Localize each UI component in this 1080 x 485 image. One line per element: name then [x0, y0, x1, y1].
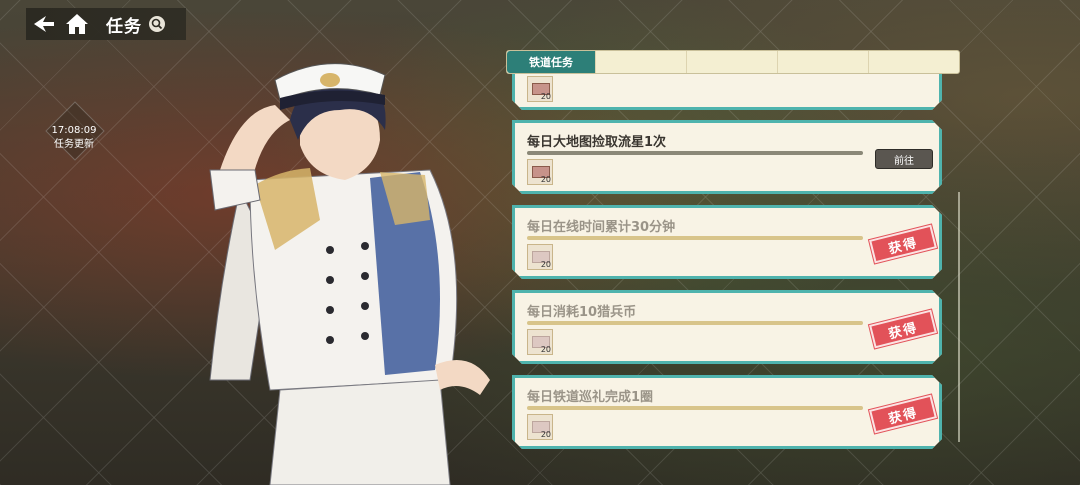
- tab-bar: 铁道任务: [506, 50, 960, 74]
- progress-bar: [527, 151, 863, 155]
- claimed-stamp: 获得: [869, 310, 937, 349]
- reward-item[interactable]: 20: [527, 329, 553, 355]
- task-title: 每日消耗10猎兵币: [527, 305, 637, 320]
- task-card: 每日铁道巡礼完成1圈 20 获得: [512, 375, 942, 449]
- search-icon[interactable]: [148, 15, 166, 33]
- back-button[interactable]: [26, 8, 62, 40]
- home-icon: [66, 14, 88, 34]
- task-title: 每日在线时间累计30分钟: [527, 220, 676, 235]
- task-card: 每日在线时间累计30分钟 20 获得: [512, 205, 942, 279]
- progress-bar: [527, 406, 863, 410]
- reward-item[interactable]: 20: [527, 414, 553, 440]
- tab-slot: [777, 51, 868, 73]
- refresh-time: 17:08:09: [51, 125, 97, 136]
- reward-item[interactable]: 20: [527, 244, 553, 270]
- reward-quantity: 20: [540, 175, 551, 184]
- progress-bar: [527, 236, 863, 240]
- page-title: 任务: [106, 16, 142, 37]
- tab-railway-tasks[interactable]: 铁道任务: [507, 51, 595, 73]
- tab-slot: [686, 51, 777, 73]
- reward-quantity: 20: [540, 92, 551, 101]
- reward-quantity: 20: [540, 345, 551, 354]
- task-card: 每日消耗10猎兵币 20 获得: [512, 290, 942, 364]
- refresh-label: 任务更新: [54, 139, 94, 150]
- task-card: 每日大地图捡取流星1次 20 前往: [512, 120, 942, 194]
- go-button[interactable]: 前往: [875, 149, 933, 169]
- claimed-stamp: 获得: [869, 225, 937, 264]
- tab-slot: [868, 51, 959, 73]
- character-illustration: [209, 63, 490, 485]
- reward-quantity: 20: [540, 430, 551, 439]
- reward-quantity: 20: [540, 260, 551, 269]
- reward-item[interactable]: 20: [527, 76, 553, 102]
- task-title: 每日大地图捡取流星1次: [527, 135, 667, 150]
- home-button[interactable]: [62, 8, 92, 40]
- task-title: 每日铁道巡礼完成1圈: [527, 390, 654, 405]
- refresh-timer: 17:08:09 任务更新: [40, 101, 108, 161]
- back-icon: [34, 16, 54, 32]
- scrollbar[interactable]: [958, 192, 960, 442]
- task-card: 20: [512, 74, 942, 110]
- top-bar: 任务: [26, 8, 186, 40]
- claimed-stamp: 获得: [869, 395, 937, 434]
- reward-item[interactable]: 20: [527, 159, 553, 185]
- tab-slot: [595, 51, 686, 73]
- progress-bar: [527, 321, 863, 325]
